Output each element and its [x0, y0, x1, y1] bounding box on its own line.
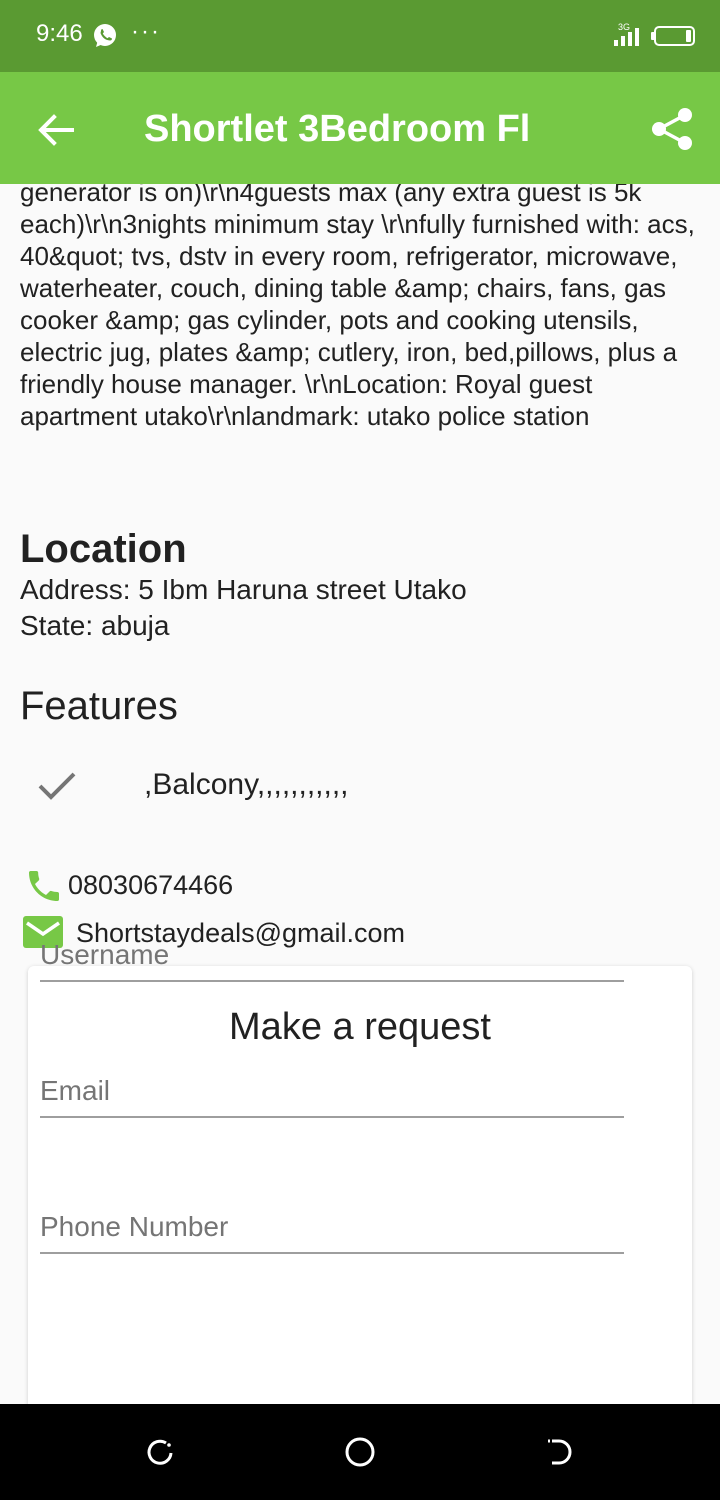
location-heading: Location [20, 527, 187, 571]
status-overflow-dots: ··· [131, 18, 161, 45]
whatsapp-icon [94, 24, 116, 47]
phone-icon[interactable] [24, 866, 64, 906]
request-card: Make a request [28, 966, 692, 1404]
back-arrow-icon[interactable] [34, 108, 78, 152]
status-bar: 9:46 ··· 3G [0, 0, 720, 72]
status-time: 9:46 [36, 20, 83, 47]
features-heading: Features [20, 684, 178, 728]
listing-description: generator is on)\r\n4guests max (any ext… [20, 184, 695, 431]
request-title: Make a request [229, 1006, 491, 1048]
location-address: Address: 5 Ibm Haruna street Utako [20, 574, 467, 605]
email-field[interactable] [40, 1066, 624, 1118]
username-field[interactable] [40, 930, 624, 982]
share-icon[interactable] [650, 106, 694, 152]
back-nav-icon[interactable] [542, 1434, 578, 1470]
home-icon[interactable] [342, 1434, 378, 1470]
app-bar: Shortlet 3Bedroom Fl [0, 72, 720, 184]
recent-apps-icon[interactable] [142, 1434, 178, 1470]
signal-3g-icon: 3G [614, 22, 639, 46]
navigation-bar [0, 1404, 720, 1500]
svg-text:3G: 3G [618, 22, 630, 32]
page-title: Shortlet 3Bedroom Fl [144, 108, 531, 150]
phone-number-field[interactable] [40, 1202, 624, 1254]
battery-icon [651, 26, 695, 46]
check-icon [38, 772, 76, 800]
location-state: State: abuja [20, 610, 170, 641]
feature-item: ,Balcony,,,,,,,,,,, [144, 768, 349, 801]
contact-phone[interactable]: 08030674466 [68, 870, 233, 901]
